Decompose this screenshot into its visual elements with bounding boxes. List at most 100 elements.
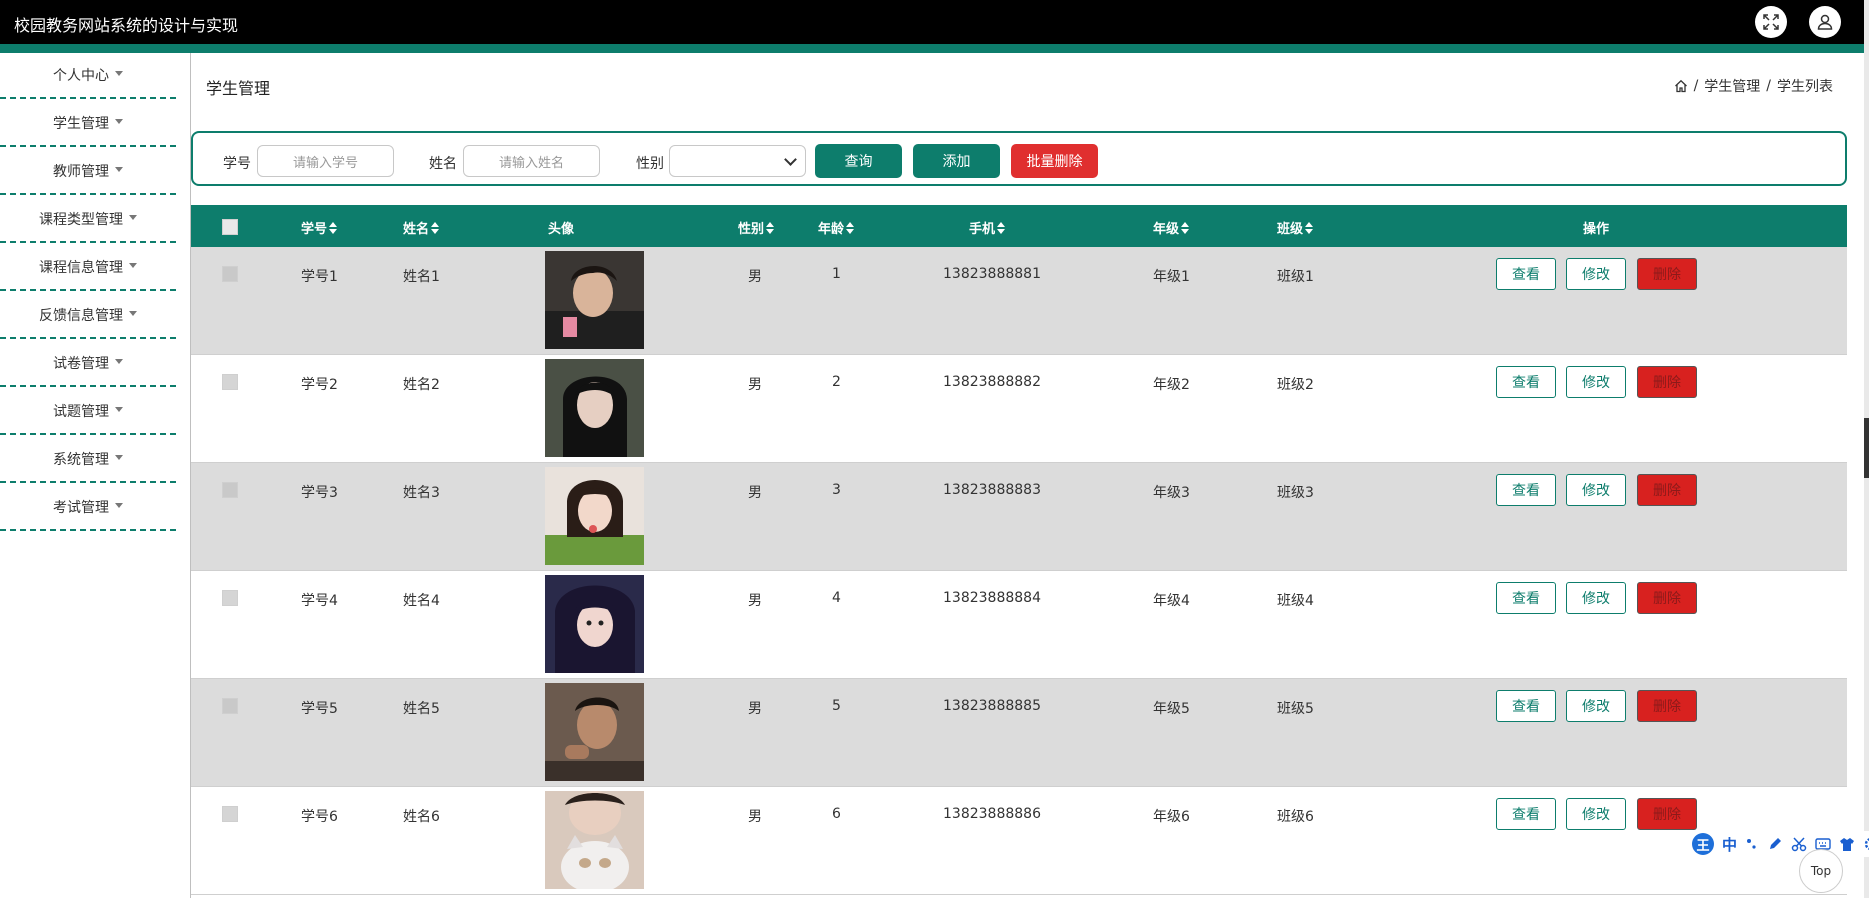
delete-button[interactable]: 删除 [1637,798,1697,830]
ime-mode-toggle[interactable]: 中 [1722,834,1737,855]
view-button[interactable]: 查看 [1496,258,1556,290]
home-icon[interactable] [1674,79,1688,93]
page-scrollbar[interactable] [1864,0,1869,898]
student-no-label: 学号 [223,156,251,172]
delete-button[interactable]: 删除 [1637,258,1697,290]
batch-delete-button[interactable]: 批量删除 [1011,144,1098,178]
caret-down-icon [115,118,123,124]
view-button[interactable]: 查看 [1496,366,1556,398]
column-label: 年龄 [818,222,845,237]
delete-button[interactable]: 删除 [1637,690,1697,722]
column-label: 手机 [969,222,996,237]
name-input[interactable]: 请输入姓名 [463,145,600,177]
sidebar-item-teacher-management[interactable]: 教师管理 [0,149,176,195]
sidebar-item-question-management[interactable]: 试题管理 [0,389,176,435]
table-row: 学号2 姓名2 男 2 13823888882 年级2 班级2 查看 修改 删除 [191,355,1847,463]
column-actions: 操作 [1583,218,1609,237]
caret-down-icon [115,70,123,76]
gender-select[interactable] [669,145,806,177]
sidebar-item-label: 考试管理 [53,500,109,516]
column-age[interactable]: 年龄 [818,218,855,237]
column-gender[interactable]: 性别 [738,218,775,237]
gender-cell: 男 [748,593,762,609]
edit-button[interactable]: 修改 [1566,258,1626,290]
scissors-icon[interactable] [1791,836,1807,852]
add-button[interactable]: 添加 [913,144,1000,178]
class-cell: 班级1 [1277,269,1314,285]
class-cell: 班级4 [1277,593,1314,609]
class-cell: 班级3 [1277,485,1314,501]
column-grade[interactable]: 年级 [1153,218,1190,237]
view-button[interactable]: 查看 [1496,474,1556,506]
gender-cell: 男 [748,809,762,825]
phone-cell: 13823888886 [943,806,1041,822]
grade-cell: 年级6 [1153,809,1190,825]
caret-down-icon [115,502,123,508]
view-button[interactable]: 查看 [1496,798,1556,830]
caret-down-icon [115,166,123,172]
fullscreen-icon [1763,14,1779,30]
gender-cell: 男 [748,377,762,393]
sidebar-item-course-type-management[interactable]: 课程类型管理 [0,197,176,243]
view-button[interactable]: 查看 [1496,582,1556,614]
name-label: 姓名 [429,156,457,172]
grade-cell: 年级3 [1153,485,1190,501]
avatar [545,683,644,781]
class-cell: 班级5 [1277,701,1314,717]
fullscreen-button[interactable] [1755,6,1787,38]
name-cell: 姓名4 [403,593,440,609]
student-no-input[interactable]: 请输入学号 [257,145,394,177]
delete-button[interactable]: 删除 [1637,474,1697,506]
phone-cell: 13823888884 [943,590,1041,606]
column-label: 学号 [301,222,328,237]
row-checkbox[interactable] [222,698,238,714]
student-no-cell: 学号5 [301,701,338,717]
sidebar-item-label: 教师管理 [53,164,109,180]
scrollbar-thumb[interactable] [1864,418,1869,478]
sidebar-item-course-info-management[interactable]: 课程信息管理 [0,245,176,291]
ime-logo[interactable]: 王 [1692,833,1714,855]
select-all-checkbox[interactable] [222,219,238,235]
delete-button[interactable]: 删除 [1637,366,1697,398]
pen-icon[interactable] [1767,836,1783,852]
sort-icon [1305,221,1314,234]
edit-button[interactable]: 修改 [1566,690,1626,722]
column-class[interactable]: 班级 [1277,218,1314,237]
sort-icon [329,221,338,234]
column-label: 性别 [738,222,765,237]
column-phone[interactable]: 手机 [969,218,1006,237]
sidebar-item-personal-center[interactable]: 个人中心 [0,53,176,99]
column-name[interactable]: 姓名 [403,218,440,237]
row-checkbox[interactable] [222,374,238,390]
sidebar-item-student-management[interactable]: 学生管理 [0,101,176,147]
edit-button[interactable]: 修改 [1566,474,1626,506]
phone-cell: 13823888882 [943,374,1041,390]
sidebar-item-exam-paper-management[interactable]: 试卷管理 [0,341,176,387]
row-checkbox[interactable] [222,590,238,606]
user-profile-button[interactable] [1809,6,1841,38]
age-cell: 4 [832,590,841,606]
view-button[interactable]: 查看 [1496,690,1556,722]
column-student-no[interactable]: 学号 [301,218,338,237]
column-label: 头像 [548,222,575,237]
column-label: 姓名 [403,222,430,237]
row-checkbox[interactable] [222,806,238,822]
row-checkbox[interactable] [222,482,238,498]
edit-button[interactable]: 修改 [1566,582,1626,614]
query-button[interactable]: 查询 [815,144,902,178]
back-to-top-button[interactable]: Top [1799,849,1843,893]
avatar [545,251,644,349]
sidebar-item-exam-management[interactable]: 考试管理 [0,485,176,531]
sidebar-item-system-management[interactable]: 系统管理 [0,437,176,483]
breadcrumb-student-management[interactable]: 学生管理 [1704,76,1760,96]
punctuation-icon[interactable] [1745,837,1759,851]
search-panel: 学号 请输入学号 姓名 请输入姓名 性别 查询 添加 批量删除 [191,131,1847,186]
table-row: 学号1 姓名1 男 1 13823888881 年级1 班级1 查看 修改 删除 [191,247,1847,355]
edit-button[interactable]: 修改 [1566,366,1626,398]
edit-button[interactable]: 修改 [1566,798,1626,830]
shirt-icon[interactable] [1839,836,1855,852]
delete-button[interactable]: 删除 [1637,582,1697,614]
gear-icon[interactable] [1863,836,1869,852]
row-checkbox[interactable] [222,266,238,282]
sidebar-item-feedback-management[interactable]: 反馈信息管理 [0,293,176,339]
